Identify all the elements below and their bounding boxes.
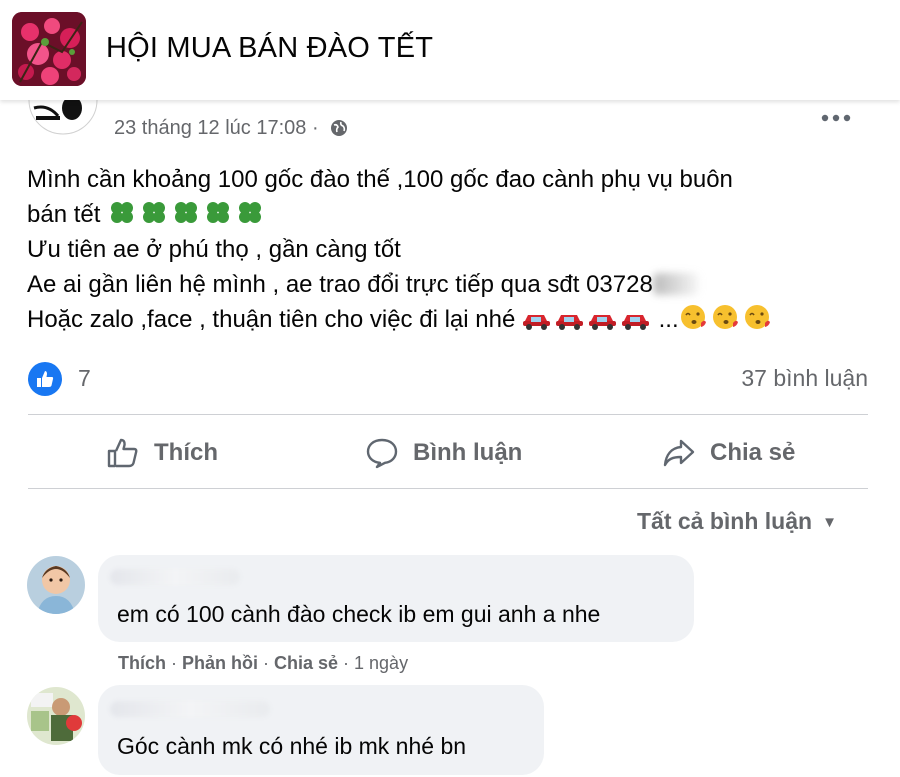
caret-down-icon: ▼ bbox=[822, 514, 837, 531]
comment-count[interactable]: 37 bình luận bbox=[741, 365, 868, 392]
group-header: HỘI MUA BÁN ĐÀO TẾT bbox=[0, 0, 900, 100]
comment-share-link[interactable]: Chia sẻ bbox=[274, 653, 338, 673]
share-button[interactable]: Chia sẻ bbox=[662, 418, 795, 488]
more-options-icon[interactable] bbox=[820, 100, 852, 131]
post-line-text: Ae ai gần liên hệ mình , ae trao đổi trự… bbox=[27, 271, 653, 298]
comment-icon bbox=[366, 438, 398, 469]
post-line: Hoặc zalo ,face , thuận tiên cho việc đi… bbox=[27, 302, 857, 337]
group-title[interactable]: HỘI MUA BÁN ĐÀO TẾT bbox=[106, 32, 433, 65]
redacted-commenter-name bbox=[110, 569, 240, 585]
comment-time[interactable]: · 1 ngày bbox=[338, 653, 408, 673]
comment-text: Góc cành mk có nhé ib mk nhé bn bbox=[117, 733, 467, 759]
redacted-commenter-name bbox=[110, 701, 270, 717]
car-emoji bbox=[522, 315, 649, 330]
globe-icon bbox=[330, 119, 348, 137]
separator: · bbox=[166, 653, 182, 673]
post-card: 23 tháng 12 lúc 17:08 · Mình cần khoảng … bbox=[0, 65, 900, 777]
post-line: Mình cần khoảng 100 gốc đào thế ,100 gốc… bbox=[27, 166, 733, 193]
comment-like-link[interactable]: Thích bbox=[118, 653, 166, 673]
post-line-text: Hoặc zalo ,face , thuận tiên cho việc đi… bbox=[27, 306, 516, 333]
like-count[interactable]: 7 bbox=[78, 365, 91, 392]
clover-emoji bbox=[111, 202, 262, 223]
comment-button[interactable]: Bình luận bbox=[365, 418, 522, 488]
post-line: Ưu tiên ae ở phú thọ , gần càng tốt bbox=[27, 236, 401, 263]
comment-reply-link[interactable]: Phản hồi bbox=[182, 653, 258, 673]
reactions-bar: 7 37 bình luận bbox=[28, 362, 868, 396]
like-button[interactable]: Thích bbox=[106, 418, 218, 488]
comment-label: Bình luận bbox=[413, 439, 523, 466]
like-label: Thích bbox=[154, 439, 218, 466]
divider bbox=[28, 488, 868, 489]
commenter-avatar[interactable] bbox=[27, 687, 85, 745]
comment-bubble: em có 100 cành đào check ib em gui anh a… bbox=[98, 555, 694, 642]
comment-filter-dropdown[interactable]: Tất cả bình luận ▼ bbox=[637, 508, 837, 535]
post-line: Ae ai gần liên hệ mình , ae trao đổi trự… bbox=[27, 267, 857, 302]
share-icon bbox=[663, 439, 695, 467]
commenter-avatar[interactable] bbox=[27, 556, 85, 614]
clover-emoji-group bbox=[107, 201, 267, 228]
comment-text: em có 100 cành đào check ib em gui anh a… bbox=[117, 601, 601, 627]
post-line-text: ... bbox=[658, 306, 679, 333]
kiss-emoji bbox=[680, 305, 770, 329]
post-meta: 23 tháng 12 lúc 17:08 · bbox=[114, 117, 348, 140]
share-label: Chia sẻ bbox=[710, 439, 796, 466]
post-line: bán tết bbox=[27, 197, 857, 232]
like-thumb-icon bbox=[107, 438, 138, 468]
redacted-phone bbox=[652, 273, 699, 295]
post-line-text: bán tết bbox=[27, 201, 101, 228]
group-cover-image[interactable] bbox=[12, 12, 86, 86]
comment-filter-label: Tất cả bình luận bbox=[637, 508, 813, 534]
comment-actions: Thích · Phản hồi · Chia sẻ · 1 ngày bbox=[118, 653, 408, 674]
post-body: Mình cần khoảng 100 gốc đào thế ,100 gốc… bbox=[27, 162, 857, 337]
divider bbox=[28, 414, 868, 415]
post-timestamp[interactable]: 23 tháng 12 lúc 17:08 · bbox=[114, 117, 319, 139]
separator: · bbox=[258, 653, 274, 673]
post-actions: Thích Bình luận Chia sẻ bbox=[28, 418, 868, 488]
comment-bubble: Góc cành mk có nhé ib mk nhé bn bbox=[98, 685, 544, 775]
like-reaction-icon[interactable] bbox=[28, 362, 62, 396]
